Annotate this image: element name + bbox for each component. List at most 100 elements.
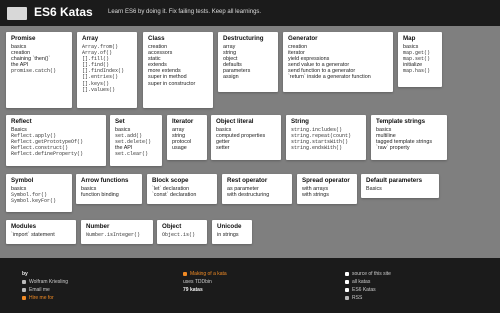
kata-title[interactable]: Destructuring	[223, 35, 273, 43]
footer-katas-count: 79 katas	[183, 287, 203, 293]
kata-item[interactable]: `raw` property	[376, 145, 442, 151]
list-icon	[345, 280, 349, 284]
footer-all-katas-link[interactable]: all katas	[345, 278, 391, 286]
footer-author[interactable]: Wolfram Kriesling	[29, 278, 68, 286]
kata-title[interactable]: Promise	[11, 35, 67, 43]
kata-title[interactable]: Iterator	[172, 118, 202, 126]
kata-item[interactable]: map.has()	[403, 68, 437, 74]
kata-title[interactable]: Set	[115, 118, 157, 126]
footer-email-link[interactable]: Email me	[22, 286, 68, 294]
kata-item[interactable]: setter	[216, 145, 276, 151]
kata-card-array[interactable]: Array Array.from() Array.of() [].fill() …	[77, 32, 137, 108]
kata-card-string[interactable]: String string.includes() string.repeat(c…	[286, 115, 366, 160]
kata-title[interactable]: Arrow functions	[81, 177, 137, 185]
kata-title[interactable]: Map	[403, 35, 437, 43]
kata-item[interactable]: Object.is()	[162, 232, 202, 238]
kata-item[interactable]: set.clear()	[115, 151, 157, 157]
kata-title[interactable]: Rest operator	[227, 177, 287, 185]
kata-title[interactable]: Object literal	[216, 118, 276, 126]
footer-uses-tddbin[interactable]: uses TDDbin	[183, 278, 227, 286]
kata-title[interactable]: String	[291, 118, 361, 126]
site-title[interactable]: ES6 Katas	[34, 5, 93, 19]
kata-title[interactable]: Number	[86, 223, 148, 231]
kata-card-block-scope[interactable]: Block scope `let` declaration `const` de…	[147, 174, 217, 204]
footer-col-making: Making of a kata uses TDDbin 79 katas	[183, 270, 227, 294]
kata-item[interactable]: [].values()	[82, 87, 132, 93]
kata-title[interactable]: Reflect	[11, 118, 101, 126]
footer-col-author: by Wolfram Kriesling Email me Hire me fo…	[22, 270, 68, 302]
kata-title[interactable]: Generator	[288, 35, 388, 43]
kata-card-spread-operator[interactable]: Spread operator with arrays with strings	[297, 174, 357, 204]
site-tagline: Learn ES6 by doing it. Fix failing tests…	[108, 9, 262, 15]
footer-hire-link[interactable]: Hire me for	[22, 294, 68, 302]
footer-es6-katas-link[interactable]: ES6 Katas	[345, 286, 391, 294]
kata-item[interactable]: Symbol.keyFor()	[11, 198, 67, 204]
person-icon	[22, 280, 26, 284]
kata-title[interactable]: Array	[82, 35, 132, 43]
video-icon	[183, 272, 187, 276]
kata-card-template-strings[interactable]: Template strings basics multiline tagged…	[371, 115, 447, 160]
kata-card-generator[interactable]: Generator creation iterator yield expres…	[283, 32, 393, 92]
kata-item[interactable]: Number.isInteger()	[86, 232, 148, 238]
github-icon	[345, 272, 349, 276]
kata-card-map[interactable]: Map basics map.get() map.set() initializ…	[398, 32, 442, 87]
kata-card-class[interactable]: Class creation accessors static extends …	[143, 32, 213, 108]
kata-item[interactable]: `const` declaration	[152, 192, 212, 198]
footer-source-link[interactable]: source of this site	[345, 270, 391, 278]
kata-item[interactable]: Reflect.defineProperty()	[11, 151, 101, 157]
kata-card-object[interactable]: Object Object.is()	[157, 220, 207, 244]
kata-item[interactable]: `import` statement	[11, 232, 71, 238]
footer-hire[interactable]: Hire me for	[29, 294, 54, 302]
kata-title[interactable]: Block scope	[152, 177, 212, 185]
footer-rss[interactable]: RSS	[352, 294, 362, 302]
footer-author-link[interactable]: Wolfram Kriesling	[22, 278, 68, 286]
kata-item[interactable]: with strings	[302, 192, 352, 198]
kata-card-unicode[interactable]: Unicode in strings	[212, 220, 252, 244]
footer-col-links: source of this site all katas ES6 Katas …	[345, 270, 391, 302]
kata-title[interactable]: Symbol	[11, 177, 67, 185]
kata-card-destructuring[interactable]: Destructuring array string object defaul…	[218, 32, 278, 92]
kata-item[interactable]: with destructuring	[227, 192, 287, 198]
kata-title[interactable]: Unicode	[217, 223, 247, 231]
footer-making-of-link[interactable]: Making of a kata	[183, 270, 227, 278]
kata-card-modules[interactable]: Modules `import` statement	[6, 220, 76, 244]
kata-card-promise[interactable]: Promise basics creation chaining `then()…	[6, 32, 72, 108]
footer-email[interactable]: Email me	[29, 286, 50, 294]
kata-item[interactable]: Basics	[366, 186, 434, 192]
kata-item[interactable]: usage	[172, 145, 202, 151]
footer-by: by	[22, 271, 28, 277]
kata-card-rest-operator[interactable]: Rest operator as parameter with destruct…	[222, 174, 292, 204]
kata-card-iterator[interactable]: Iterator array string protocol usage	[167, 115, 207, 160]
kata-card-symbol[interactable]: Symbol basics Symbol.for() Symbol.keyFor…	[6, 174, 72, 212]
site-header: ES6 Katas Learn ES6 by doing it. Fix fai…	[0, 0, 500, 26]
es6-logo-icon[interactable]	[7, 7, 27, 20]
kata-item[interactable]: super in constructor	[148, 81, 208, 87]
kata-item[interactable]: promise.catch()	[11, 68, 67, 74]
footer-es6-katas[interactable]: ES6 Katas	[352, 286, 376, 294]
kata-item[interactable]: `return` inside a generator function	[288, 74, 388, 80]
kata-title[interactable]: Modules	[11, 223, 71, 231]
kata-title[interactable]: Class	[148, 35, 208, 43]
kata-title[interactable]: Object	[162, 223, 202, 231]
kata-title[interactable]: Default parameters	[366, 177, 434, 185]
kata-card-reflect[interactable]: Reflect Basics Reflect.apply() Reflect.g…	[6, 115, 106, 166]
briefcase-icon	[22, 296, 26, 300]
rss-icon	[345, 296, 349, 300]
footer-uses-tddbin-text[interactable]: uses TDDbin	[183, 278, 212, 286]
kata-card-set[interactable]: Set basics set.add() set.delete() the AP…	[110, 115, 162, 166]
kata-title[interactable]: Template strings	[376, 118, 442, 126]
kata-title[interactable]: Spread operator	[302, 177, 352, 185]
kata-item[interactable]: assign	[223, 74, 273, 80]
kata-item[interactable]: function binding	[81, 192, 137, 198]
footer-all-katas[interactable]: all katas	[352, 278, 370, 286]
kata-card-arrow-functions[interactable]: Arrow functions basics function binding	[76, 174, 142, 204]
kata-card-default-parameters[interactable]: Default parameters Basics	[361, 174, 439, 198]
footer-making-of[interactable]: Making of a kata	[190, 270, 227, 278]
footer-source[interactable]: source of this site	[352, 270, 391, 278]
kata-card-number[interactable]: Number Number.isInteger()	[81, 220, 153, 244]
kata-card-object-literal[interactable]: Object literal basics computed propertie…	[211, 115, 281, 160]
kata-item[interactable]: in strings	[217, 232, 247, 238]
kata-item[interactable]: string.endsWith()	[291, 145, 361, 151]
footer-rss-link[interactable]: RSS	[345, 294, 391, 302]
mail-icon	[22, 288, 26, 292]
